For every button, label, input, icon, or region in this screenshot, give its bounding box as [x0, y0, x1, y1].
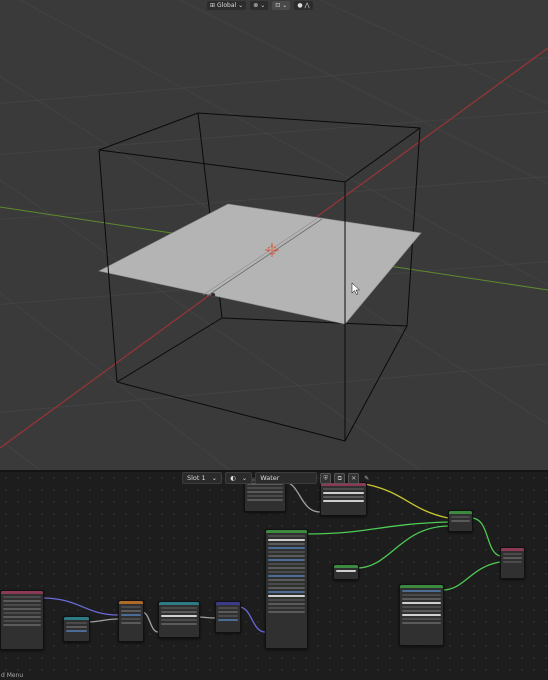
node-bump[interactable]: [215, 601, 241, 633]
fake-user-shield-icon[interactable]: ⛨: [320, 472, 332, 484]
link-shader: [470, 517, 501, 557]
material-sphere-icon: ◐: [230, 474, 236, 482]
snap-icon: ⊗: [253, 1, 259, 9]
slot-label: Slot 1: [187, 474, 206, 482]
node-mix-shader[interactable]: [448, 510, 473, 532]
node-mapping[interactable]: [118, 600, 144, 642]
chevron-down-icon: ⌄: [282, 1, 288, 9]
water-plane[interactable]: [98, 203, 422, 325]
material-browse-button[interactable]: ◐ ⌄: [225, 472, 253, 484]
link-float: [197, 616, 216, 619]
link-shader: [441, 561, 501, 591]
chevron-down-icon: ⌄: [238, 1, 244, 9]
pin-icon[interactable]: ✎: [362, 474, 371, 483]
node-volume-shader[interactable]: [399, 584, 444, 646]
snap-toggle[interactable]: ⊡ ⌄: [272, 0, 291, 10]
material-name-field[interactable]: Water: [255, 472, 318, 484]
overlay-icon: ●: [297, 1, 303, 9]
link-float: [141, 611, 159, 633]
shader-node-editor[interactable]: Slot 1 ⌄ ◐ ⌄ Water ⛨ ⧉ ✕ ✎ d Menu: [0, 472, 548, 680]
proportional-edit-toggle[interactable]: ● ⋀: [294, 0, 313, 10]
chevron-down-icon: ⌄: [241, 474, 248, 482]
link-vector: [238, 606, 266, 633]
node-texture-coordinate[interactable]: [0, 590, 44, 650]
xray-icon: ⋀: [304, 1, 310, 9]
proportional-edit-icon: ⊡: [275, 1, 281, 9]
link-vector: [41, 597, 119, 616]
viewport-scene[interactable]: [0, 0, 548, 470]
chevron-down-icon: ⌄: [260, 1, 266, 9]
node-material-output[interactable]: [500, 547, 525, 579]
axis-transform-icon: ⊞: [210, 1, 216, 9]
close-icon[interactable]: ✕: [348, 472, 360, 484]
node-emission[interactable]: [333, 564, 359, 580]
link-float: [283, 481, 321, 513]
node-noise-texture[interactable]: [158, 601, 200, 638]
duplicate-icon[interactable]: ⧉: [334, 472, 346, 484]
vertex-origin-icon: [210, 292, 216, 298]
link-shader: [356, 525, 449, 569]
node-editor-header: Slot 1 ⌄ ◐ ⌄ Water ⛨ ⧉ ✕ ✎: [182, 472, 371, 484]
node-principled-bsdf[interactable]: [265, 529, 308, 649]
link-color: [364, 483, 449, 519]
viewport-header: ⊞ Global ⌄ ⊗ ⌄ ⊡ ⌄ ● ⋀: [207, 0, 313, 10]
node-value[interactable]: [63, 616, 90, 642]
link-shader: [305, 521, 449, 535]
material-slot-dropdown[interactable]: Slot 1 ⌄: [182, 472, 223, 484]
link-float: [87, 618, 119, 623]
transform-orientation-dropdown[interactable]: ⊞ Global ⌄: [207, 0, 247, 10]
chevron-down-icon: ⌄: [211, 474, 218, 482]
3d-viewport[interactable]: ⊞ Global ⌄ ⊗ ⌄ ⊡ ⌄ ● ⋀: [0, 0, 548, 470]
status-bar: d Menu: [1, 672, 24, 679]
orientation-label: Global: [217, 1, 237, 9]
pivot-dropdown[interactable]: ⊗ ⌄: [250, 0, 269, 10]
node-color-ramp[interactable]: [320, 482, 367, 516]
